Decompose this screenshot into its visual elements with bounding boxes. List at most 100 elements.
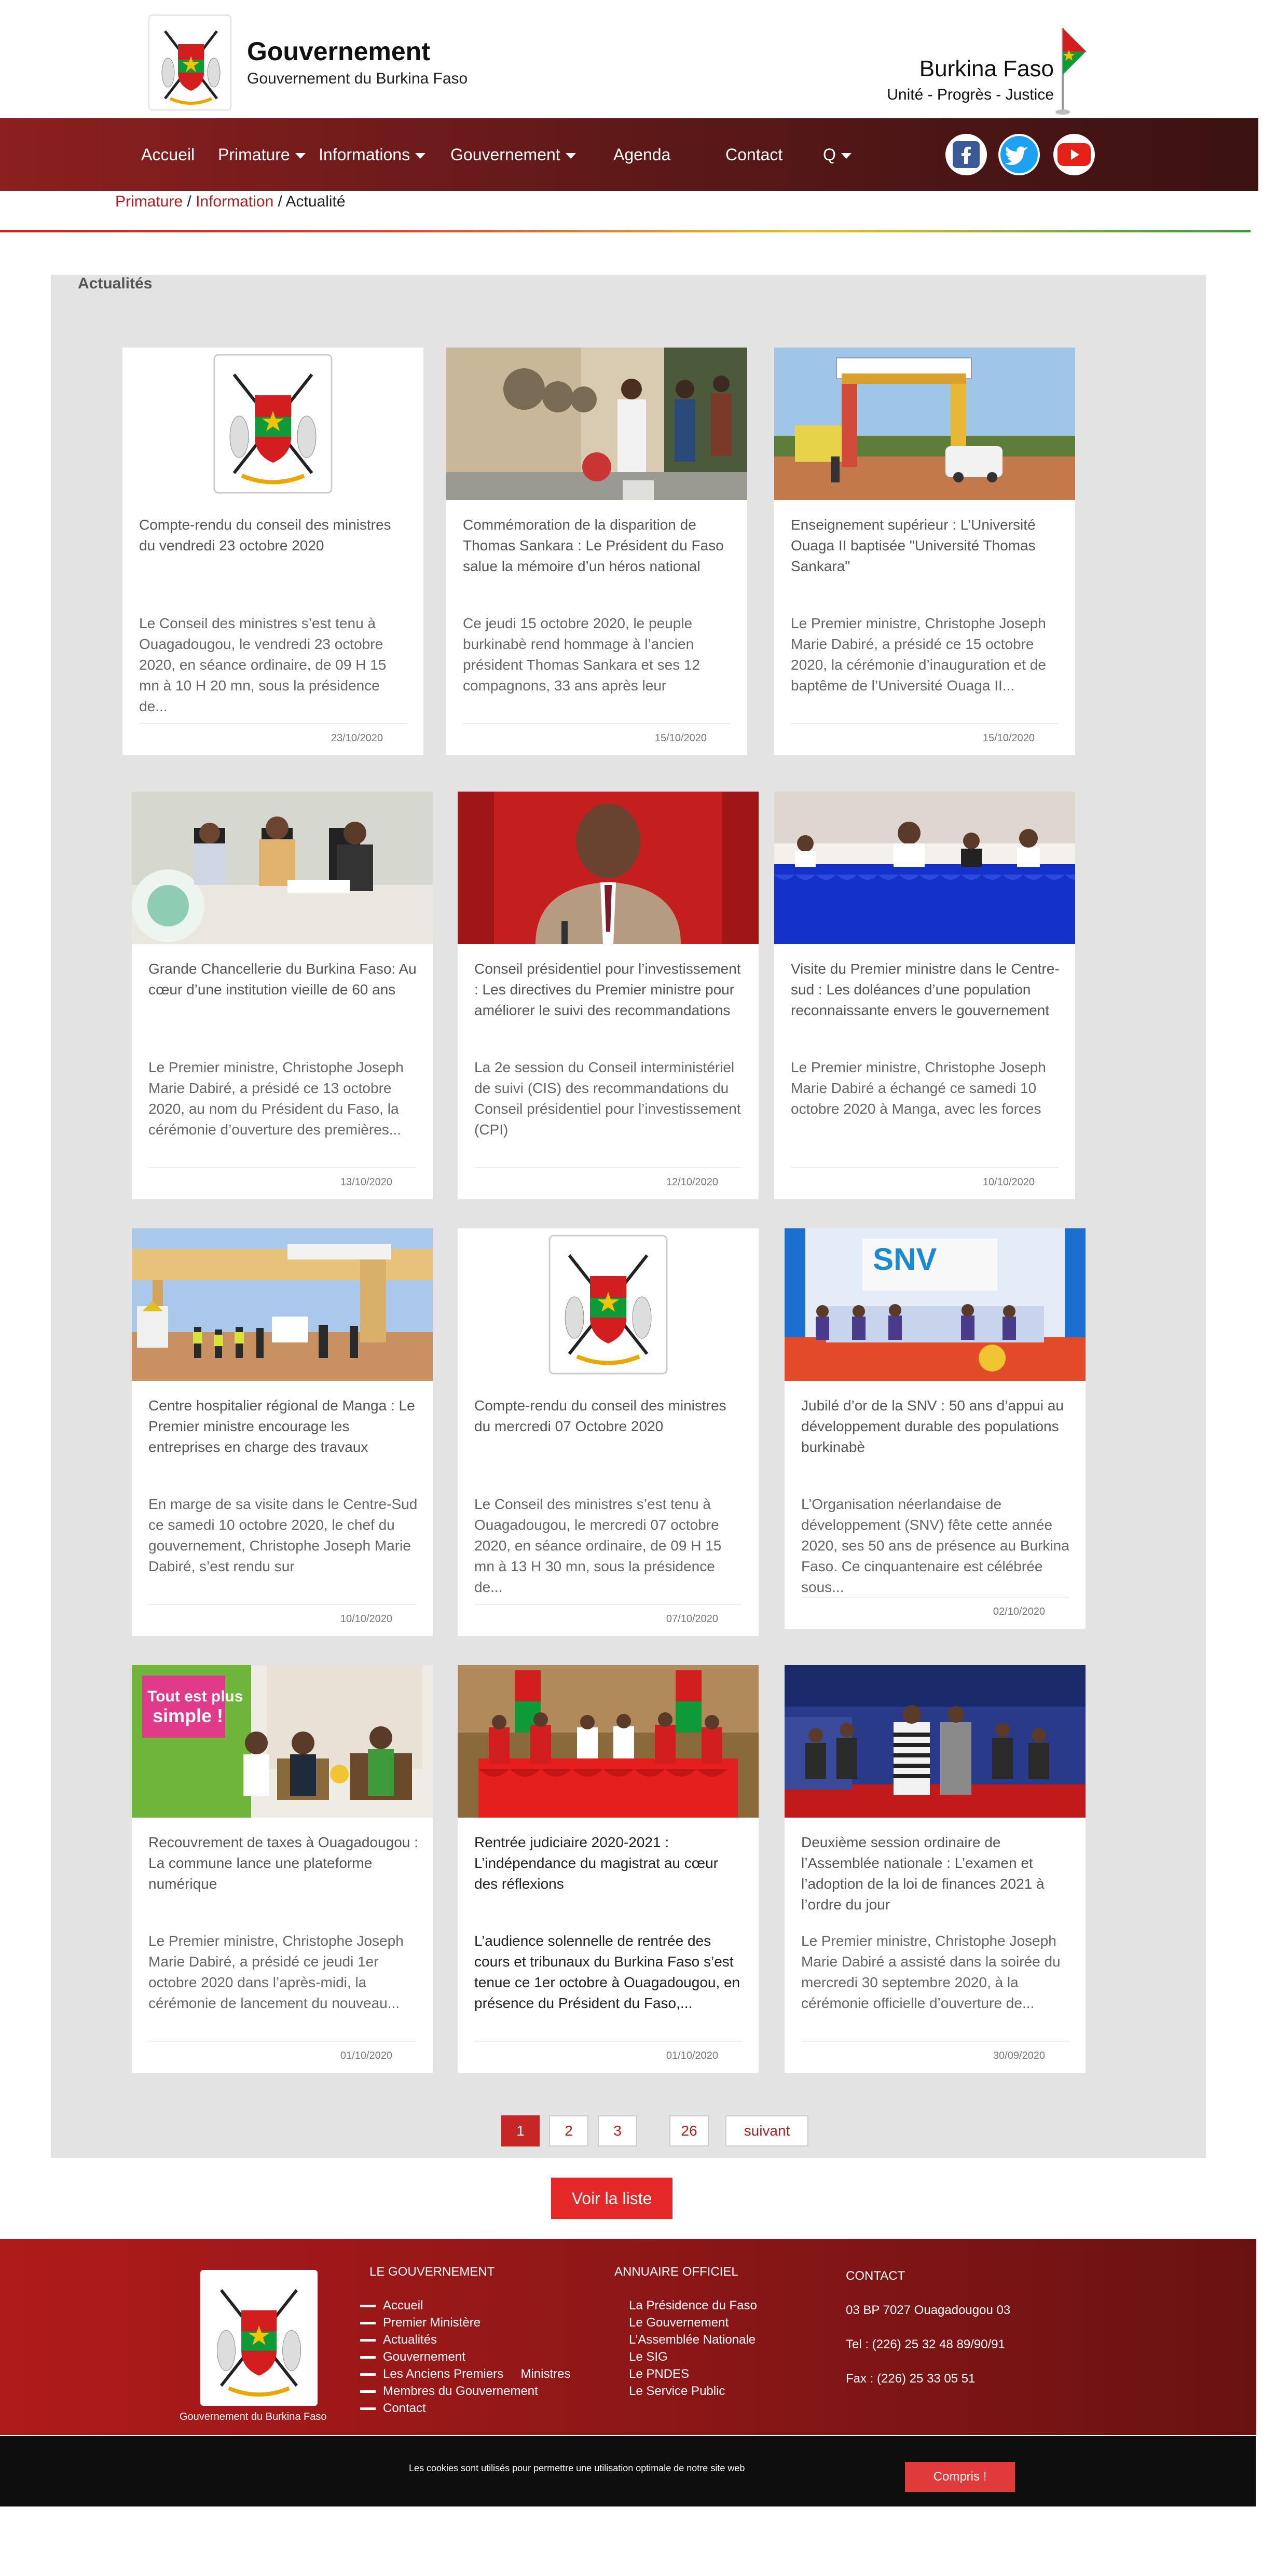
nav-search[interactable]: Q: [823, 145, 852, 164]
card-image[interactable]: [122, 348, 423, 500]
footer-link-pndes[interactable]: Le PNDES: [629, 2365, 757, 2383]
youtube-button[interactable]: [1053, 134, 1095, 175]
news-card[interactable]: Tout est plus simple ! Recouvrement de t…: [132, 1665, 433, 2073]
coat-of-arms-icon: [216, 2289, 301, 2397]
footer-logo[interactable]: [200, 2270, 318, 2406]
card-divider: [139, 723, 407, 724]
card-date: 10/10/2020: [982, 1176, 1035, 1188]
nav-label: Informations: [319, 145, 410, 164]
card-title[interactable]: Grande Chancellerie du Burkina Faso: Au …: [148, 959, 418, 1044]
news-card[interactable]: Compte-rendu du conseil des ministres du…: [458, 1228, 759, 1636]
news-card[interactable]: Compte-rendu du conseil des ministres du…: [122, 348, 423, 755]
news-card[interactable]: Enseignement supérieur : L’Université Ou…: [774, 348, 1075, 755]
card-title[interactable]: Centre hospitalier régional de Manga : L…: [148, 1395, 418, 1481]
nav-informations[interactable]: Informations: [319, 145, 426, 164]
twitter-button[interactable]: [998, 134, 1040, 175]
footer-annuaire-heading: ANNUAIRE OFFICIEL: [614, 2265, 738, 2279]
footer-link-presidence[interactable]: La Présidence du Faso: [629, 2297, 757, 2314]
card-title[interactable]: Recouvrement de taxes à Ouagadougou : La…: [148, 1832, 418, 1918]
view-list-button[interactable]: Voir la liste: [551, 2178, 672, 2219]
news-card[interactable]: Grande Chancellerie du Burkina Faso: Au …: [132, 792, 433, 1199]
coat-of-arms-logo[interactable]: [148, 15, 231, 110]
card-divider: [474, 1167, 742, 1168]
card-excerpt: Le Premier ministre, Christophe Joseph M…: [801, 1933, 1061, 2011]
cookie-accept-button[interactable]: Compris !: [905, 2462, 1015, 2492]
card-title[interactable]: Conseil présidentiel pour l’investisseme…: [474, 959, 744, 1044]
page-3-button[interactable]: 3: [598, 2115, 637, 2146]
news-card[interactable]: Rentrée judiciaire 2020-2021 : L’indépen…: [458, 1665, 759, 2073]
nav-contact[interactable]: Contact: [725, 145, 782, 164]
footer-address: 03 BP 7027 Ouagadougou 03: [846, 2303, 1011, 2317]
footer-logo-caption: Gouvernement du Burkina Faso: [180, 2411, 327, 2422]
card-image[interactable]: [458, 1228, 759, 1381]
news-card[interactable]: Deuxième session ordinaire de l’Assemblé…: [785, 1665, 1086, 2073]
coat-of-arms-icon: [548, 1235, 668, 1375]
footer-link-accueil[interactable]: Accueil: [360, 2297, 570, 2314]
footer-link-assemblee[interactable]: L’Assemblée Nationale: [629, 2331, 757, 2348]
card-date: 01/10/2020: [340, 2050, 392, 2061]
card-excerpt: Le Conseil des ministres s’est tenu à Ou…: [139, 615, 387, 714]
facebook-button[interactable]: [945, 134, 987, 175]
nav-label: Contact: [725, 145, 783, 164]
card-image[interactable]: [785, 1665, 1086, 1818]
country-name: Burkina Faso: [919, 56, 1054, 81]
footer-link-anciens-premiers-ministres[interactable]: Les Anciens Premiers Ministres: [360, 2365, 570, 2383]
card-date: 01/10/2020: [666, 2050, 718, 2061]
page-1-button[interactable]: 1: [501, 2115, 540, 2146]
card-image[interactable]: [458, 1665, 759, 1818]
nav-accueil[interactable]: Accueil: [141, 145, 195, 164]
page-26-button[interactable]: 26: [669, 2115, 709, 2146]
footer-link-gouvernement[interactable]: Gouvernement: [360, 2348, 570, 2365]
caret-down-icon: [565, 153, 576, 159]
nav-agenda[interactable]: Agenda: [613, 145, 670, 164]
card-title[interactable]: Compte-rendu du conseil des ministres du…: [474, 1395, 744, 1481]
nav-gouvernement[interactable]: Gouvernement: [450, 145, 576, 164]
card-excerpt: Ce jeudi 15 octobre 2020, le peuple burk…: [463, 615, 701, 694]
news-card[interactable]: Conseil présidentiel pour l’investisseme…: [458, 792, 759, 1199]
card-divider: [474, 2041, 742, 2042]
news-card[interactable]: Visite du Premier ministre dans le Centr…: [774, 792, 1075, 1199]
footer-link-membres[interactable]: Membres du Gouvernement: [360, 2383, 570, 2400]
card-divider: [148, 2041, 416, 2042]
card-image[interactable]: [132, 1228, 433, 1381]
breadcrumb-primature[interactable]: Primature: [115, 193, 183, 210]
card-date: 15/10/2020: [654, 732, 707, 744]
news-card[interactable]: Commémoration de la disparition de Thoma…: [446, 348, 747, 755]
card-title[interactable]: Jubilé d’or de la SNV : 50 ans d’appui a…: [801, 1395, 1071, 1481]
news-card[interactable]: Centre hospitalier régional de Manga : L…: [132, 1228, 433, 1636]
card-image[interactable]: [458, 792, 759, 944]
footer-phone: Tel : (226) 25 32 48 89/90/91: [846, 2337, 1005, 2351]
footer-link-le-gouvernement[interactable]: Le Gouvernement: [629, 2314, 757, 2331]
svg-text:Tout est plus: Tout est plus: [147, 1688, 243, 1705]
site-header: Gouvernement Gouvernement du Burkina Fas…: [0, 0, 1277, 119]
card-image[interactable]: [774, 792, 1075, 944]
card-excerpt: Le Premier ministre, Christophe Joseph M…: [791, 1059, 1046, 1117]
news-card[interactable]: SNV Jubilé d’or de la SNV : 50 ans d’app…: [785, 1228, 1086, 1629]
card-title[interactable]: Rentrée judiciaire 2020-2021 : L’indépen…: [474, 1832, 744, 1918]
nav-primature[interactable]: Primature: [218, 145, 306, 164]
footer-link-service-public[interactable]: Le Service Public: [629, 2383, 757, 2400]
footer-link-premier-ministere[interactable]: Premier Ministère: [360, 2314, 570, 2331]
card-divider: [148, 1604, 416, 1605]
footer-link-sig[interactable]: Le SIG: [629, 2348, 757, 2365]
card-title[interactable]: Deuxième session ordinaire de l’Assemblé…: [801, 1832, 1071, 1918]
card-divider: [801, 1597, 1069, 1598]
next-page-button[interactable]: suivant: [725, 2115, 808, 2146]
nav-label: Gouvernement: [450, 145, 560, 164]
card-image[interactable]: [446, 348, 747, 500]
site-title[interactable]: Gouvernement: [247, 36, 430, 66]
breadcrumb: Primature / Information / Actualité: [115, 193, 346, 211]
footer-link-contact[interactable]: Contact: [360, 2400, 570, 2417]
card-title[interactable]: Compte-rendu du conseil des ministres du…: [139, 515, 409, 600]
footer-link-actualites[interactable]: Actualités: [360, 2331, 570, 2348]
card-date: 13/10/2020: [340, 1176, 392, 1188]
page-2-button[interactable]: 2: [549, 2115, 588, 2146]
card-image[interactable]: [132, 792, 433, 944]
card-image[interactable]: Tout est plus simple !: [132, 1665, 433, 1818]
card-title[interactable]: Enseignement supérieur : L’Université Ou…: [791, 515, 1061, 600]
breadcrumb-information[interactable]: Information: [196, 193, 273, 210]
card-title[interactable]: Commémoration de la disparition de Thoma…: [463, 515, 733, 600]
card-image[interactable]: SNV: [785, 1228, 1086, 1381]
card-title[interactable]: Visite du Premier ministre dans le Centr…: [791, 959, 1061, 1044]
card-image[interactable]: [774, 348, 1075, 500]
